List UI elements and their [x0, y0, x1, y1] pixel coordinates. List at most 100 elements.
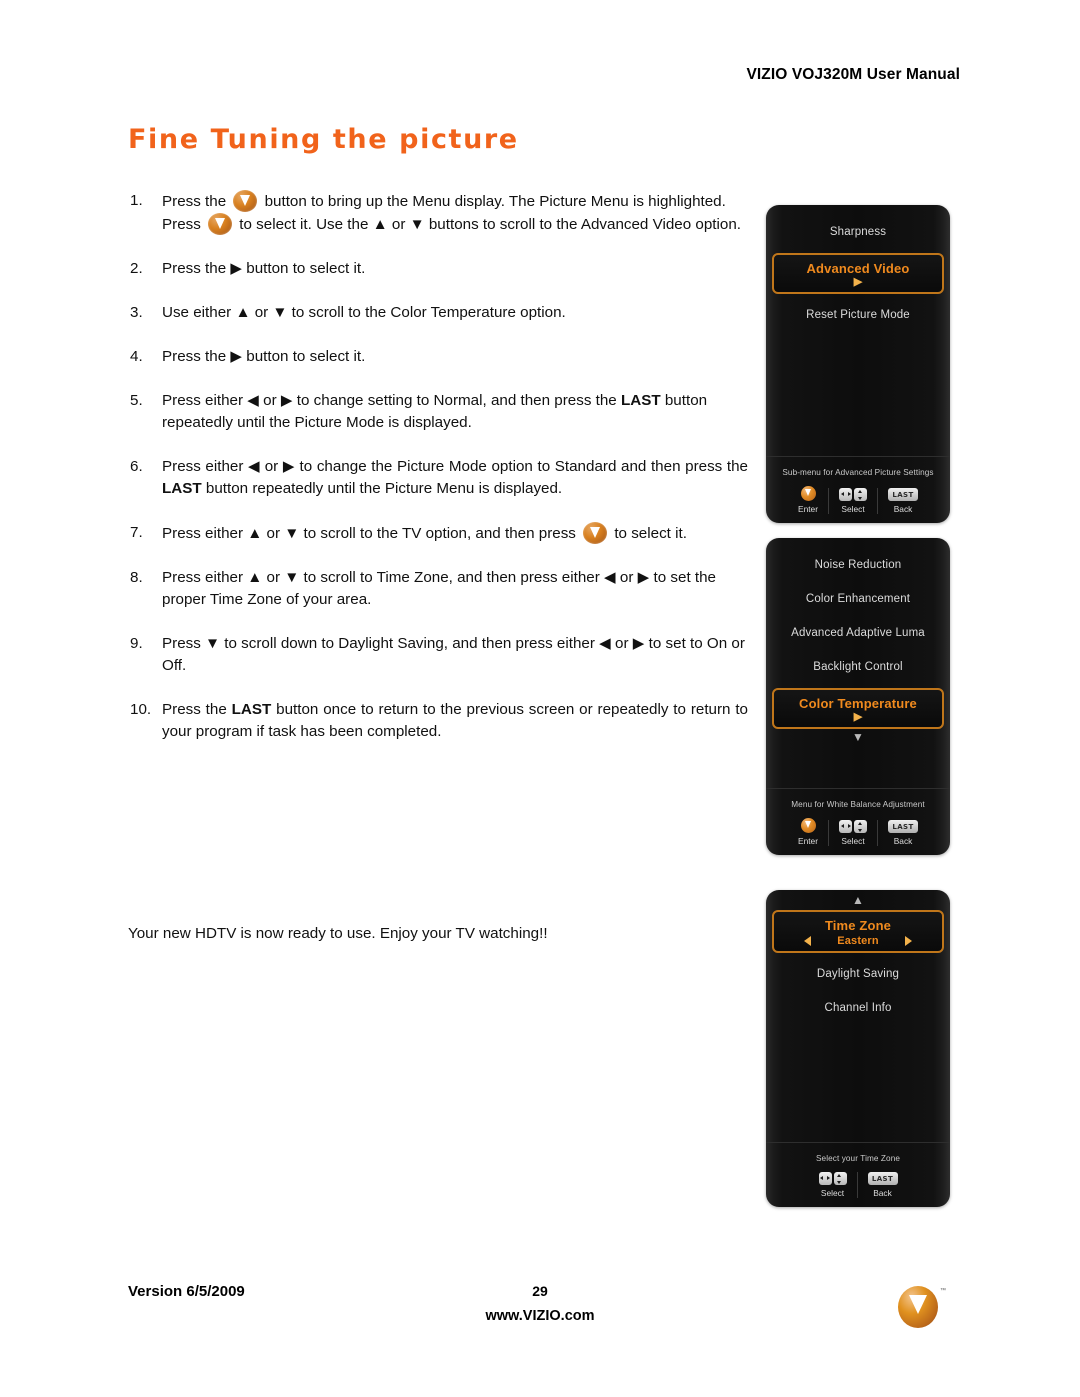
- osd-key-select[interactable]: Select: [828, 488, 877, 514]
- osd-item[interactable]: Daylight Saving: [766, 957, 950, 991]
- vizio-v-button-icon: [208, 213, 233, 235]
- osd-key-back[interactable]: LAST Back: [877, 488, 928, 514]
- select-pads-icon: [839, 488, 868, 501]
- step-number: 5.: [130, 392, 143, 409]
- scroll-down-icon[interactable]: ▼: [766, 731, 950, 743]
- osd-item[interactable]: Noise Reduction: [766, 548, 950, 582]
- osd-item-list: Noise Reduction Color Enhancement Advanced…: [766, 538, 950, 743]
- osd-item-selected[interactable]: Advanced Video ▶: [772, 253, 944, 294]
- instruction-step: 10. Press the LAST button once to return …: [128, 699, 748, 743]
- step-text: Press the button to bring up the Menu di…: [162, 190, 748, 236]
- step-text-fragment: button repeatedly until the Picture Menu…: [201, 480, 563, 497]
- vizio-v-icon: [800, 818, 816, 833]
- trademark-symbol: ™: [940, 1288, 946, 1294]
- last-keyword: LAST: [620, 392, 661, 409]
- osd-item-selected[interactable]: Time Zone Eastern: [772, 910, 944, 953]
- osd-item-selected[interactable]: Color Temperature ▶: [772, 688, 944, 729]
- osd-hint-text: Select your Time Zone: [766, 1142, 950, 1169]
- step-number: 3.: [130, 304, 143, 321]
- left-right-pad-icon: [818, 1172, 832, 1185]
- osd-item[interactable]: Sharpness: [766, 215, 950, 249]
- step-text: Press ▼ to scroll down to Daylight Savin…: [162, 633, 748, 677]
- osd-item-value: Eastern: [837, 935, 879, 947]
- step-text-fragment: to select it. Use the ▲ or ▼ buttons to …: [235, 216, 741, 233]
- osd-key-enter[interactable]: Enter: [788, 486, 828, 514]
- up-down-pad-icon: [854, 820, 868, 833]
- osd-key-label: Back: [873, 1188, 892, 1198]
- manual-header-title: VIZIO VOJ320M User Manual: [746, 66, 960, 83]
- instruction-step: 8. Press either ▲ or ▼ to scroll to Time …: [128, 567, 748, 611]
- last-button-icon: LAST: [888, 488, 919, 501]
- instruction-step: 2. Press the ▶ button to select it.: [128, 258, 748, 280]
- select-pads-icon: [839, 820, 868, 833]
- instruction-list: 1. Press the button to bring up the Menu …: [128, 190, 748, 765]
- right-arrow-icon[interactable]: [904, 936, 912, 946]
- osd-spacer: [766, 1025, 950, 1136]
- instruction-step: 3. Use either ▲ or ▼ to scroll to the Col…: [128, 302, 748, 324]
- scroll-up-icon[interactable]: ▲: [766, 894, 950, 906]
- step-text-fragment: Press either ◀ or ▶ to change the Pictur…: [162, 458, 748, 475]
- step-text: Press either ▲ or ▼ to scroll to Time Zo…: [162, 567, 748, 611]
- osd-item-label: Color Temperature: [799, 696, 917, 711]
- submenu-arrow-icon: ▶: [853, 711, 863, 723]
- osd-item[interactable]: Advanced Adaptive Luma: [766, 616, 950, 650]
- osd-key-label: Select: [841, 504, 865, 514]
- osd-key-select[interactable]: Select: [809, 1172, 857, 1198]
- osd-key-enter[interactable]: Enter: [788, 818, 828, 846]
- up-down-pad-icon: [833, 1172, 847, 1185]
- step-text: Press either ▲ or ▼ to scroll to the TV …: [162, 522, 748, 545]
- instruction-step: 5. Press either ◀ or ▶ to change setting …: [128, 390, 748, 434]
- osd-item[interactable]: Color Enhancement: [766, 582, 950, 616]
- left-arrow-icon[interactable]: [804, 936, 812, 946]
- step-text-fragment: Press the: [162, 193, 231, 210]
- step-number: 7.: [130, 524, 143, 541]
- step-text: Use either ▲ or ▼ to scroll to the Color…: [162, 302, 748, 324]
- step-text-fragment: to select it.: [610, 525, 687, 542]
- osd-item[interactable]: Backlight Control: [766, 650, 950, 684]
- osd-key-select[interactable]: Select: [828, 820, 877, 846]
- osd-key-label: Select: [820, 1188, 845, 1198]
- vizio-logo-icon: ™: [898, 1286, 946, 1328]
- osd-item-label: Color Enhancement: [805, 593, 911, 605]
- step-text-fragment: Press the ▶ button to select it.: [162, 260, 366, 277]
- vizio-v-button-icon: [583, 522, 608, 544]
- step-number: 8.: [130, 569, 143, 586]
- last-button-icon: LAST: [888, 820, 919, 833]
- instruction-step: 9. Press ▼ to scroll down to Daylight Sav…: [128, 633, 748, 677]
- osd-item-label: Advanced Adaptive Luma: [791, 627, 925, 639]
- osd-item-label: Channel Info: [824, 1002, 892, 1014]
- osd-key-label: Select: [841, 836, 865, 846]
- step-text-fragment: Press ▼ to scroll down to Daylight Savin…: [162, 635, 745, 674]
- step-number: 9.: [130, 635, 143, 652]
- osd-spacer: [766, 743, 950, 782]
- osd-key-back[interactable]: LAST Back: [856, 1172, 908, 1198]
- step-number: 1.: [130, 192, 143, 209]
- advanced-video-panel: Sharpness Advanced Video ▶ Reset Picture Mo…: [766, 205, 950, 523]
- osd-item-label: Time Zone: [824, 918, 892, 933]
- page-title: Fine Tuning the picture: [128, 124, 519, 155]
- osd-item-list: ▲ Time Zone Eastern Daylight Saving Channel …: [766, 890, 950, 1025]
- step-text-fragment: Press either ◀ or ▶ to change setting to…: [162, 392, 621, 409]
- osd-key-label: Enter: [797, 504, 819, 514]
- instruction-step: 1. Press the button to bring up the Menu …: [128, 190, 748, 236]
- step-number: 2.: [130, 260, 143, 277]
- color-temperature-panel: Noise Reduction Color Enhancement Advanced…: [766, 538, 950, 855]
- osd-item-list: Sharpness Advanced Video ▶ Reset Picture Mo…: [766, 205, 950, 332]
- osd-item[interactable]: Channel Info: [766, 991, 950, 1025]
- osd-key-label: Back: [893, 836, 913, 846]
- osd-item-label: Sharpness: [829, 226, 887, 238]
- step-number: 6.: [130, 458, 143, 475]
- osd-item[interactable]: Reset Picture Mode: [766, 298, 950, 332]
- vizio-v-icon: [800, 486, 816, 501]
- up-down-pad-icon: [854, 488, 868, 501]
- osd-key-back[interactable]: LAST Back: [877, 820, 928, 846]
- step-text: Press the ▶ button to select it.: [162, 346, 748, 368]
- step-text: Press the LAST button once to return to …: [162, 699, 748, 743]
- last-keyword: LAST: [162, 480, 202, 497]
- step-text-fragment: Press the: [162, 701, 232, 718]
- osd-key-legend: Select LAST Back: [766, 1169, 950, 1207]
- step-text: Press the ▶ button to select it.: [162, 258, 748, 280]
- left-right-pad-icon: [839, 820, 853, 833]
- osd-hint-text: Sub-menu for Advanced Picture Settings: [766, 456, 950, 483]
- last-button-icon: LAST: [867, 1172, 898, 1185]
